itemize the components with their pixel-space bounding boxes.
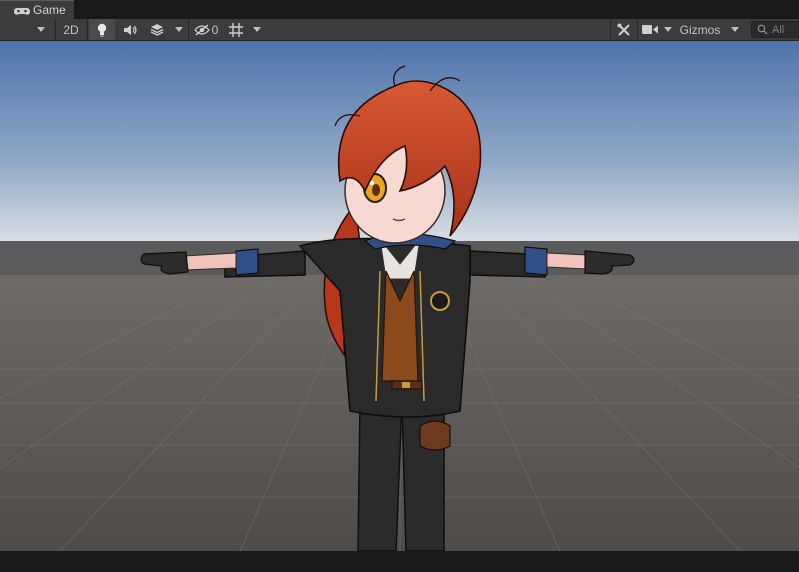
- camera-icon: [642, 25, 658, 34]
- thigh-pouch: [419, 420, 451, 451]
- gizmos-dropdown-button[interactable]: [726, 19, 744, 40]
- tab-game[interactable]: Game: [0, 0, 74, 19]
- toolbar-divider: [87, 19, 88, 40]
- gizmos-button[interactable]: Gizmos: [676, 19, 724, 40]
- tools-icon: [617, 23, 630, 36]
- left-forearm: [183, 252, 237, 271]
- dropdown-arrow-icon: [253, 27, 261, 32]
- belt-buckle: [402, 382, 410, 388]
- toggle-2d-label: 2D: [63, 22, 79, 37]
- dropdown-arrow-icon: [175, 27, 183, 32]
- grid-dropdown-button[interactable]: [249, 19, 265, 40]
- jacket-emblem: [430, 291, 450, 311]
- search-placeholder: All: [772, 23, 785, 36]
- eye-highlight: [369, 180, 375, 186]
- right-forearm: [546, 252, 588, 270]
- camera-button[interactable]: [639, 19, 661, 40]
- dropdown-arrow-icon: [37, 27, 45, 32]
- lightbulb-icon: [97, 23, 107, 37]
- toggle-2d-button[interactable]: 2D: [57, 19, 85, 40]
- right-cuff: [524, 246, 548, 276]
- toolbar-divider: [188, 19, 189, 40]
- effects-dropdown-button[interactable]: [171, 19, 187, 40]
- left-leg: [357, 400, 403, 551]
- hidden-objects-count: 0: [211, 22, 219, 37]
- gamepad-icon: [14, 4, 30, 16]
- effects-toggle-button[interactable]: [145, 19, 169, 40]
- toolbar-divider: [637, 19, 638, 40]
- effects-layers-icon: [150, 24, 164, 36]
- search-icon: [757, 24, 768, 35]
- search-input[interactable]: All: [751, 21, 799, 38]
- tab-bar: Game: [0, 0, 799, 19]
- scene-visibility-button[interactable]: 0: [190, 19, 222, 40]
- bottom-bar: [0, 551, 799, 572]
- display-dropdown-button[interactable]: [30, 19, 52, 40]
- tools-button[interactable]: [612, 19, 636, 40]
- visibility-icon: [193, 23, 210, 36]
- game-view-toolbar: 2D 0 Gizmos All: [0, 19, 799, 41]
- dropdown-arrow-icon: [731, 27, 739, 32]
- gizmos-label: Gizmos: [679, 22, 721, 37]
- tab-label: Game: [33, 3, 66, 17]
- toolbar-divider: [55, 19, 56, 40]
- grid-icon: [229, 22, 243, 37]
- left-pupil: [372, 184, 380, 196]
- audio-icon: [124, 24, 137, 35]
- audio-toggle-button[interactable]: [117, 19, 143, 40]
- dropdown-arrow-icon: [664, 27, 672, 32]
- left-cuff: [235, 248, 259, 276]
- grid-toggle-button[interactable]: [224, 19, 248, 40]
- lighting-toggle-button[interactable]: [89, 19, 115, 40]
- camera-dropdown-button[interactable]: [661, 19, 675, 40]
- game-viewport[interactable]: [0, 41, 799, 551]
- toolbar-divider: [610, 19, 611, 40]
- game-render: [0, 41, 799, 551]
